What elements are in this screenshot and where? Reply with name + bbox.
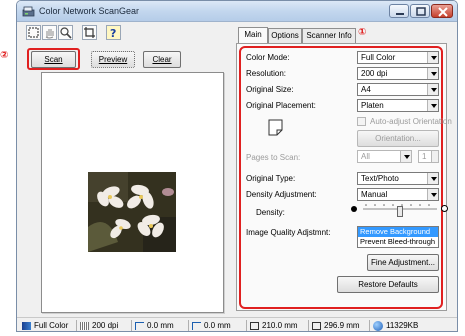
resolution-label: Resolution: <box>246 69 287 78</box>
window-title: Color Network ScanGear <box>39 6 140 16</box>
callout-1: ① <box>358 27 367 38</box>
original-type-select[interactable]: Text/Photo <box>357 172 439 185</box>
color-mode-icon <box>22 322 31 330</box>
auto-adjust-orientation-checkbox[interactable] <box>357 117 366 126</box>
select-area-icon[interactable] <box>26 25 41 40</box>
density-slider-thumb[interactable] <box>397 206 403 217</box>
maximize-button[interactable] <box>410 4 430 18</box>
height-icon <box>312 322 321 330</box>
image-quality-label: Image Quality Adjstmnt: <box>246 228 331 237</box>
hand-icon[interactable] <box>42 25 57 40</box>
tab-options[interactable]: Options <box>268 28 302 44</box>
image-quality-listbox[interactable]: Remove Background Prevent Bleed-through <box>357 226 439 248</box>
resolution-icon <box>80 322 89 330</box>
fine-adjustment-button[interactable]: Fine Adjustment... <box>367 254 439 271</box>
original-type-label: Original Type: <box>246 174 296 183</box>
scanner-app-icon <box>22 6 35 17</box>
status-offset-x: 0.0 mm <box>147 321 174 330</box>
chevron-down-icon <box>400 151 411 162</box>
original-placement-select[interactable]: Platen <box>357 99 439 112</box>
data-size-icon <box>373 321 383 331</box>
clear-button[interactable]: Clear <box>143 51 181 68</box>
crop-icon[interactable] <box>82 25 97 40</box>
help-icon[interactable]: ? <box>106 25 121 40</box>
svg-text:?: ? <box>110 27 116 39</box>
close-button[interactable] <box>431 4 453 18</box>
scangear-window: Color Network ScanGear ? Scan Preview Cl… <box>16 0 458 332</box>
pages-to-scan-label: Pages to Scan: <box>246 153 301 162</box>
image-quality-option[interactable]: Remove Background <box>358 227 438 237</box>
color-mode-select[interactable]: Full Color <box>357 51 439 64</box>
density-label: Density: <box>256 208 285 217</box>
minimize-button[interactable] <box>389 4 409 18</box>
status-width: 210.0 mm <box>262 321 298 330</box>
density-adjustment-select[interactable]: Manual <box>357 188 439 201</box>
preview-button[interactable]: Preview <box>91 51 135 68</box>
pages-count-stepper[interactable]: 1 <box>418 150 439 163</box>
callout-2: ② <box>0 50 9 61</box>
chevron-down-icon <box>427 68 438 79</box>
light-density-icon <box>441 205 448 212</box>
chevron-down-icon <box>427 52 438 63</box>
dark-density-icon <box>351 206 357 212</box>
chevron-down-icon <box>427 173 438 184</box>
original-size-select[interactable]: A4 <box>357 83 439 96</box>
zoom-icon[interactable] <box>58 25 73 40</box>
image-quality-option[interactable]: Prevent Bleed-through <box>358 237 438 247</box>
original-size-label: Original Size: <box>246 85 294 94</box>
stepper-arrows-icon <box>431 151 438 162</box>
title-bar[interactable]: Color Network ScanGear <box>17 1 457 22</box>
tab-scanner-info[interactable]: Scanner Info <box>302 28 356 44</box>
minimize-icon <box>396 13 404 15</box>
status-offset-y: 0.0 mm <box>204 321 231 330</box>
close-icon <box>438 7 448 17</box>
chevron-down-icon <box>427 189 438 200</box>
width-icon <box>250 322 259 330</box>
status-resolution: 200 dpi <box>92 321 119 330</box>
resolution-select[interactable]: 200 dpi <box>357 67 439 80</box>
pages-to-scan-select[interactable]: All <box>357 150 412 163</box>
status-bar: Full Color 200 dpi 0.0 mm 0.0 mm 210.0 m… <box>17 317 457 331</box>
density-adjustment-label: Density Adjustment: <box>246 190 317 199</box>
status-size: 11329KB <box>386 321 419 330</box>
chevron-down-icon <box>427 84 438 95</box>
density-slider[interactable] <box>361 201 439 219</box>
preview-image <box>88 172 176 252</box>
original-placement-label: Original Placement: <box>246 101 316 110</box>
page-orientation-icon <box>268 119 283 136</box>
restore-defaults-button[interactable]: Restore Defaults <box>337 276 439 293</box>
orientation-button[interactable]: Orientation... <box>357 130 439 147</box>
auto-adjust-orientation-label: Auto-adjust Orientation <box>370 117 452 126</box>
maximize-icon <box>416 7 426 16</box>
color-mode-label: Color Mode: <box>246 53 290 62</box>
status-height: 296.9 mm <box>324 321 360 330</box>
offset-x-icon <box>135 322 144 330</box>
tab-main[interactable]: Main <box>238 27 268 44</box>
chevron-down-icon <box>427 100 438 111</box>
scan-button[interactable]: Scan <box>31 51 76 68</box>
offset-y-icon <box>192 322 201 330</box>
status-color: Full Color <box>34 321 69 330</box>
preview-area[interactable] <box>41 72 224 313</box>
